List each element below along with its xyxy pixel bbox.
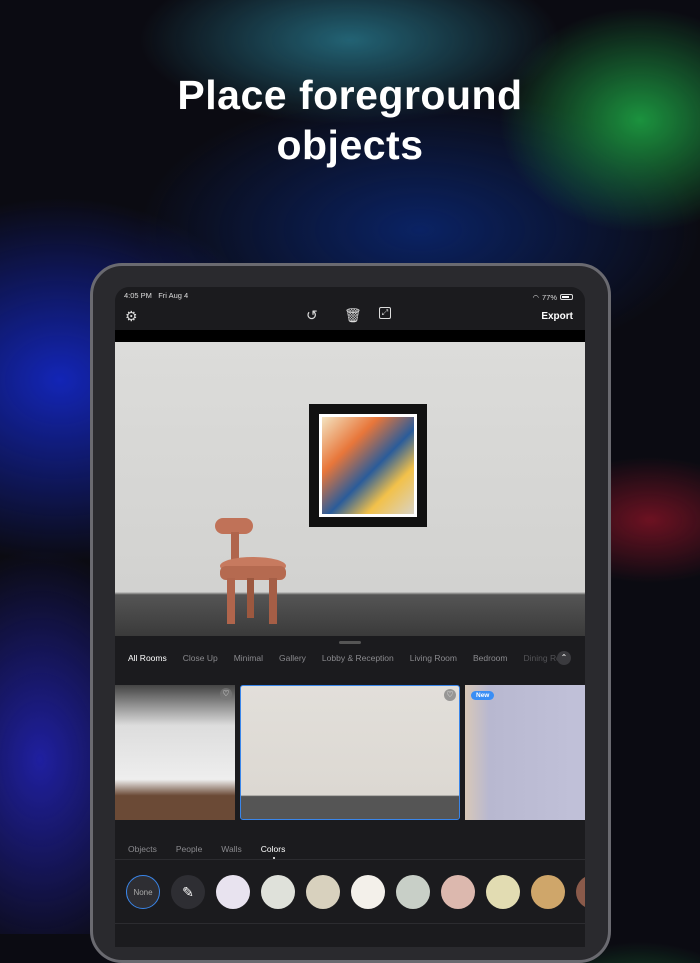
chair-object[interactable] bbox=[213, 514, 295, 626]
color-swatches: None ✎ bbox=[126, 875, 585, 909]
tab-dining-room[interactable]: Dining Ro bbox=[524, 653, 561, 663]
color-swatch[interactable] bbox=[261, 875, 295, 909]
room-preview bbox=[115, 342, 585, 636]
color-swatch[interactable] bbox=[306, 875, 340, 909]
tab-living-room[interactable]: Living Room bbox=[410, 653, 457, 663]
artwork-frame[interactable] bbox=[309, 404, 427, 527]
status-bar: 4:05 PM Fri Aug 4 ◠ 77% bbox=[124, 291, 573, 303]
tab-lobby-reception[interactable]: Lobby & Reception bbox=[322, 653, 394, 663]
color-swatch[interactable] bbox=[396, 875, 430, 909]
tab-minimal[interactable]: Minimal bbox=[234, 653, 263, 663]
room-thumbnails: ♡ ♡ New bbox=[115, 685, 585, 820]
eyedropper-icon[interactable]: ✎ bbox=[171, 875, 205, 909]
color-swatch[interactable] bbox=[351, 875, 385, 909]
new-badge: New bbox=[471, 691, 495, 700]
tab-gallery[interactable]: Gallery bbox=[279, 653, 306, 663]
status-date: Fri Aug 4 bbox=[158, 291, 189, 300]
tab-walls[interactable]: Walls bbox=[221, 844, 241, 854]
undo-icon[interactable]: ↺ bbox=[306, 308, 318, 322]
headline-line-1: Place foreground bbox=[177, 72, 523, 118]
color-swatch[interactable] bbox=[576, 875, 585, 909]
tab-all-rooms[interactable]: All Rooms bbox=[128, 653, 167, 663]
tab-bedroom[interactable]: Bedroom bbox=[473, 653, 508, 663]
drag-handle[interactable] bbox=[339, 641, 361, 644]
none-color-button[interactable]: None bbox=[126, 875, 160, 909]
battery-icon bbox=[560, 294, 573, 300]
room-tabs: All Rooms Close Up Minimal Gallery Lobby… bbox=[128, 653, 585, 663]
room-thumbnail[interactable]: ♡ bbox=[115, 685, 235, 820]
tab-objects[interactable]: Objects bbox=[128, 844, 157, 854]
headline: Place foreground objects bbox=[0, 70, 700, 170]
wifi-icon: ◠ bbox=[532, 292, 539, 302]
chevron-up-icon[interactable]: ⌃ bbox=[557, 651, 571, 665]
artwork-image bbox=[322, 417, 414, 514]
object-tabs: Objects People Walls Colors bbox=[128, 844, 285, 859]
color-swatch[interactable] bbox=[486, 875, 520, 909]
room-thumbnail[interactable]: New bbox=[465, 685, 585, 820]
color-swatch[interactable] bbox=[531, 875, 565, 909]
canvas[interactable] bbox=[115, 330, 585, 636]
heart-icon[interactable]: ♡ bbox=[444, 689, 456, 701]
color-swatch[interactable] bbox=[441, 875, 475, 909]
tab-people[interactable]: People bbox=[176, 844, 202, 854]
heart-icon[interactable]: ♡ bbox=[220, 688, 232, 700]
color-swatch[interactable] bbox=[216, 875, 250, 909]
tab-colors[interactable]: Colors bbox=[261, 844, 285, 859]
headline-line-2: objects bbox=[276, 122, 424, 168]
gear-icon[interactable]: ⚙ bbox=[125, 309, 138, 323]
bottom-panel: All Rooms Close Up Minimal Gallery Lobby… bbox=[115, 636, 585, 947]
toolbar: ⚙ ↺ 🗑 ⤢ Export bbox=[115, 303, 585, 330]
status-time: 4:05 PM bbox=[124, 291, 152, 300]
battery-percent: 77% bbox=[541, 292, 557, 302]
room-thumbnail-selected[interactable]: ♡ bbox=[240, 685, 460, 820]
app-screen: 4:05 PM Fri Aug 4 ◠ 77% ⚙ ↺ 🗑 ⤢ Export Al… bbox=[115, 287, 585, 947]
trash-icon[interactable]: 🗑 bbox=[344, 308, 362, 322]
resize-icon[interactable]: ⤢ bbox=[379, 307, 391, 319]
divider bbox=[115, 859, 585, 860]
export-button[interactable]: Export bbox=[541, 311, 573, 322]
tab-close-up[interactable]: Close Up bbox=[183, 653, 218, 663]
divider bbox=[115, 923, 585, 924]
